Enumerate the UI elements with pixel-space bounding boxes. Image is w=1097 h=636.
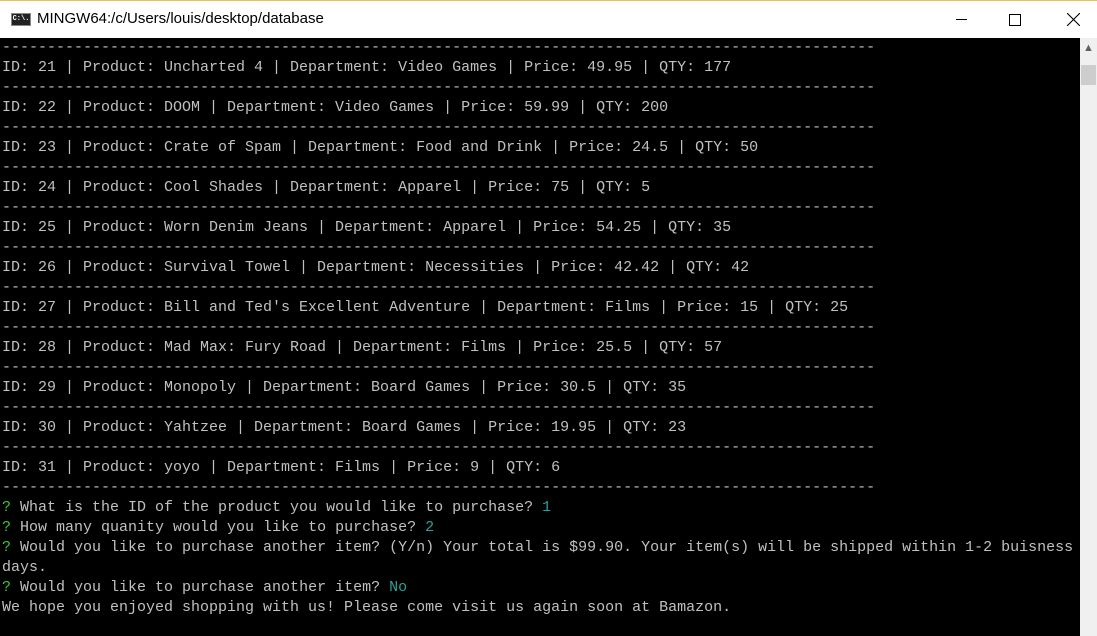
separator-line: ----------------------------------------… — [0, 198, 1080, 218]
separator-line: ----------------------------------------… — [0, 118, 1080, 138]
prompt-mark: ? — [2, 579, 12, 596]
separator-text: ----------------------------------------… — [2, 199, 876, 216]
separator-text: ----------------------------------------… — [2, 79, 876, 96]
prompt-line: ? What is the ID of the product you woul… — [0, 498, 1080, 518]
close-button[interactable] — [1050, 1, 1096, 38]
separator-text: ----------------------------------------… — [2, 119, 876, 136]
product-text: ID: 29 | Product: Monopoly | Department:… — [2, 379, 687, 396]
separator-text: ----------------------------------------… — [2, 439, 876, 456]
prompt-mark: ? — [2, 519, 12, 536]
answer-text: No — [389, 579, 408, 596]
separator-line: ----------------------------------------… — [0, 158, 1080, 178]
product-text: ID: 23 | Product: Crate of Spam | Depart… — [2, 139, 759, 156]
terminal-icon: C:\. — [11, 13, 31, 26]
product-row: ID: 30 | Product: Yahtzee | Department: … — [0, 418, 1080, 438]
product-row: ID: 29 | Product: Monopoly | Department:… — [0, 378, 1080, 398]
output-line: days. — [0, 558, 1080, 578]
close-icon — [1066, 13, 1080, 26]
window-title: MINGW64:/c/Users/louis/desktop/database — [37, 10, 324, 27]
title-bar: C:\. MINGW64:/c/Users/louis/desktop/data… — [0, 0, 1097, 38]
scroll-up-icon[interactable]: ▲ — [1080, 42, 1097, 56]
prompt-line: ? How many quanity would you like to pur… — [0, 518, 1080, 538]
product-row: ID: 23 | Product: Crate of Spam | Depart… — [0, 138, 1080, 158]
product-text: ID: 28 | Product: Mad Max: Fury Road | D… — [2, 339, 723, 356]
separator-line: ----------------------------------------… — [0, 38, 1080, 58]
output-text: days. — [2, 559, 48, 576]
product-text: ID: 27 | Product: Bill and Ted's Excelle… — [2, 299, 849, 316]
prompt-text: Would you like to purchase another item? — [11, 579, 390, 596]
product-row: ID: 22 | Product: DOOM | Department: Vid… — [0, 98, 1080, 118]
separator-line: ----------------------------------------… — [0, 318, 1080, 338]
prompt-line: ? Would you like to purchase another ite… — [0, 578, 1080, 598]
product-text: ID: 30 | Product: Yahtzee | Department: … — [2, 419, 687, 436]
product-row: ID: 21 | Product: Uncharted 4 | Departme… — [0, 58, 1080, 78]
prompt-line: ? Would you like to purchase another ite… — [0, 538, 1080, 558]
separator-text: ----------------------------------------… — [2, 279, 876, 296]
product-row: ID: 24 | Product: Cool Shades | Departme… — [0, 178, 1080, 198]
product-text: ID: 31 | Product: yoyo | Department: Fil… — [2, 459, 561, 476]
output-line: We hope you enjoyed shopping with us! Pl… — [0, 598, 1080, 618]
separator-text: ----------------------------------------… — [2, 479, 876, 496]
product-text: ID: 26 | Product: Survival Towel | Depar… — [2, 259, 750, 276]
product-row: ID: 28 | Product: Mad Max: Fury Road | D… — [0, 338, 1080, 358]
minimize-button[interactable] — [938, 1, 984, 38]
terminal-output[interactable]: ----------------------------------------… — [0, 38, 1080, 636]
product-row: ID: 25 | Product: Worn Denim Jeans | Dep… — [0, 218, 1080, 238]
separator-line: ----------------------------------------… — [0, 358, 1080, 378]
product-text: ID: 22 | Product: DOOM | Department: Vid… — [2, 99, 669, 116]
separator-text: ----------------------------------------… — [2, 359, 876, 376]
product-text: ID: 24 | Product: Cool Shades | Departme… — [2, 179, 651, 196]
answer-text: 1 — [542, 499, 552, 516]
separator-text: ----------------------------------------… — [2, 319, 876, 336]
prompt-mark: ? — [2, 499, 12, 516]
prompt-text: How many quanity would you like to purch… — [11, 519, 426, 536]
maximize-button[interactable] — [992, 1, 1038, 38]
separator-line: ----------------------------------------… — [0, 398, 1080, 418]
product-row: ID: 27 | Product: Bill and Ted's Excelle… — [0, 298, 1080, 318]
separator-line: ----------------------------------------… — [0, 78, 1080, 98]
product-row: ID: 26 | Product: Survival Towel | Depar… — [0, 258, 1080, 278]
prompt-mark: ? — [2, 539, 12, 556]
separator-text: ----------------------------------------… — [2, 159, 876, 176]
separator-text: ----------------------------------------… — [2, 399, 876, 416]
separator-line: ----------------------------------------… — [0, 438, 1080, 458]
prompt-text: Would you like to purchase another item?… — [11, 539, 1074, 556]
separator-line: ----------------------------------------… — [0, 478, 1080, 498]
separator-text: ----------------------------------------… — [2, 239, 876, 256]
scrollbar[interactable]: ▲ — [1080, 38, 1097, 636]
product-row: ID: 31 | Product: yoyo | Department: Fil… — [0, 458, 1080, 478]
maximize-icon — [1009, 13, 1021, 26]
separator-text: ----------------------------------------… — [2, 39, 876, 56]
product-text: ID: 25 | Product: Worn Denim Jeans | Dep… — [2, 219, 732, 236]
prompt-text: What is the ID of the product you would … — [11, 499, 543, 516]
answer-text: 2 — [425, 519, 435, 536]
separator-line: ----------------------------------------… — [0, 238, 1080, 258]
product-text: ID: 21 | Product: Uncharted 4 | Departme… — [2, 59, 732, 76]
scrollbar-thumb[interactable] — [1081, 65, 1096, 85]
separator-line: ----------------------------------------… — [0, 278, 1080, 298]
farewell-text: We hope you enjoyed shopping with us! Pl… — [2, 599, 732, 616]
minimize-icon — [955, 18, 967, 20]
